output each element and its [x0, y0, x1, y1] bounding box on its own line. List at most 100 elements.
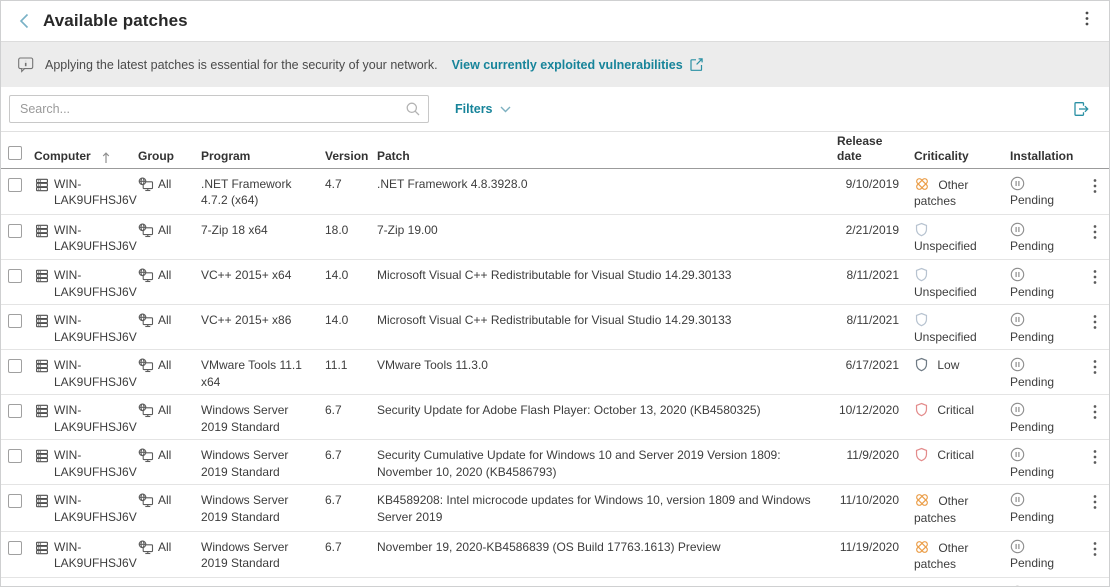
row-actions-button[interactable] — [1085, 260, 1109, 294]
group-cell[interactable]: All — [135, 305, 198, 333]
computer-header-label: Computer — [34, 149, 91, 164]
group-cell[interactable]: All — [135, 215, 198, 243]
column-header-criticality[interactable]: Criticality — [911, 147, 1007, 171]
row-checkbox[interactable] — [8, 178, 22, 192]
patch-cell: KB4589208: Intel microcode updates for W… — [374, 485, 834, 529]
installation-status: Pending — [1010, 465, 1054, 479]
row-checkbox[interactable] — [8, 314, 22, 328]
installation-cell: Pending — [1007, 169, 1085, 213]
row-checkbox[interactable] — [8, 494, 22, 508]
row-checkbox[interactable] — [8, 269, 22, 283]
criticality-icon — [914, 268, 934, 282]
column-header-computer[interactable]: Computer — [31, 147, 135, 171]
computer-cell[interactable]: WIN-LAK9UFHSJ6V — [31, 440, 135, 484]
info-banner: Applying the latest patches is essential… — [1, 42, 1109, 87]
table-row[interactable]: WIN-LAK9UFHSJ6V All Windows Server 2019 … — [1, 395, 1109, 440]
column-header-release-date[interactable]: Release date — [834, 132, 911, 171]
shield-icon — [914, 357, 929, 372]
computer-cell[interactable]: WIN-LAK9UFHSJ6V — [31, 532, 135, 576]
row-checkbox[interactable] — [8, 449, 22, 463]
row-actions-button[interactable] — [1085, 169, 1109, 203]
computer-name: WIN-LAK9UFHSJ6V — [54, 222, 137, 255]
release-date-cell: 6/17/2021 — [834, 350, 911, 378]
back-button[interactable] — [15, 11, 33, 31]
column-header-patch[interactable]: Patch — [374, 147, 834, 171]
computer-cell[interactable]: WIN-LAK9UFHSJ6V — [31, 215, 135, 259]
row-actions-button[interactable] — [1085, 350, 1109, 384]
search-input[interactable] — [9, 95, 429, 123]
computer-name: WIN-LAK9UFHSJ6V — [54, 312, 137, 345]
row-actions-button[interactable] — [1085, 485, 1109, 519]
computer-cell[interactable]: WIN-LAK9UFHSJ6V — [31, 395, 135, 439]
group-cell[interactable]: All — [135, 532, 198, 560]
column-header-program[interactable]: Program — [198, 147, 322, 171]
installation-cell: Pending — [1007, 260, 1085, 304]
group-cell[interactable]: All — [135, 395, 198, 423]
table-row[interactable]: WIN-LAK9UFHSJ6V All VC++ 2015+ x86 14.0 … — [1, 305, 1109, 350]
installation-cell: Pending — [1007, 215, 1085, 259]
row-checkbox[interactable] — [8, 404, 22, 418]
row-checkbox[interactable] — [8, 359, 22, 373]
column-header-version[interactable]: Version — [322, 147, 374, 171]
row-actions-button[interactable] — [1085, 578, 1109, 586]
kebab-menu-icon — [1093, 224, 1097, 240]
row-checkbox[interactable] — [8, 541, 22, 555]
table-row[interactable]: WIN-LAK9UFHSJ6V All VC++ 2015+ x64 14.0 … — [1, 260, 1109, 305]
exploited-vulnerabilities-link[interactable]: View currently exploited vulnerabilities — [452, 57, 704, 72]
row-actions-button[interactable] — [1085, 395, 1109, 429]
column-header-group[interactable]: Group — [135, 147, 198, 171]
patch-cell: 7-Zip 19.00 — [374, 215, 834, 243]
patch-cell: November 19, 2020-KB4586839 (OS Build 17… — [374, 532, 834, 560]
computer-name: WIN-LAK9UFHSJ6V — [54, 539, 137, 572]
table-row[interactable]: WIN-LAK9UFHSJ6V All Windows Server 2019 … — [1, 532, 1109, 578]
select-all-checkbox[interactable] — [8, 146, 22, 160]
group-name: All — [158, 176, 171, 193]
version-cell: 6.7 — [322, 532, 374, 560]
export-button[interactable] — [1069, 97, 1093, 121]
computer-cell[interactable]: WIN-LAK9UFHSJ6V — [31, 260, 135, 304]
search-icon[interactable] — [405, 101, 421, 122]
criticality-label: Unspecified — [914, 239, 977, 253]
group-cell[interactable]: All — [135, 350, 198, 378]
computer-cell[interactable]: WIN-LAK9UFHSJ6V — [31, 485, 135, 529]
computer-cell[interactable]: WIN-LAK9UFHSJ6V — [31, 305, 135, 349]
row-select-cell — [1, 440, 31, 472]
row-actions-button[interactable] — [1085, 215, 1109, 249]
column-header-installation[interactable]: Installation — [1007, 147, 1085, 171]
filters-button[interactable]: Filters — [455, 102, 511, 116]
row-checkbox[interactable] — [8, 224, 22, 238]
page-menu-button[interactable] — [1079, 7, 1095, 35]
group-cell[interactable]: All — [135, 578, 198, 586]
patch-cell: Security Cumulative Update for Windows 1… — [374, 440, 834, 484]
table-row[interactable]: WIN-LAK9UFHSJ6V All .NET Framework 4.7.2… — [1, 169, 1109, 215]
row-actions-button[interactable] — [1085, 305, 1109, 339]
server-icon — [34, 358, 50, 374]
pending-icon — [1010, 268, 1030, 282]
criticality-icon — [914, 178, 938, 192]
table-row[interactable]: WIN-LAK9UFHSJ6V All Windows Server 2019 … — [1, 440, 1109, 485]
patch-cell: Microsoft Visual C++ Redistributable for… — [374, 260, 834, 288]
table-row[interactable]: WIN-LAK9UFHSJ6V All Windows Server 2019 … — [1, 578, 1109, 586]
computer-cell[interactable]: WIN-LAK9UFHSJ6V — [31, 169, 135, 213]
sort-ascending-icon — [101, 151, 111, 164]
table-row[interactable]: WIN-LAK9UFHSJ6V All VMware Tools 11.1 x6… — [1, 350, 1109, 395]
criticality-cell: Unspecified — [911, 215, 1007, 259]
group-cell[interactable]: All — [135, 440, 198, 468]
table-row[interactable]: WIN-LAK9UFHSJ6V All Windows Server 2019 … — [1, 485, 1109, 531]
group-cell[interactable]: All — [135, 485, 198, 513]
criticality-icon — [914, 223, 934, 237]
release-date-cell: 2/21/2019 — [834, 215, 911, 243]
computer-cell[interactable]: WIN-LAK9UFHSJ6V — [31, 350, 135, 394]
computer-cell[interactable]: WIN-LAK9UFHSJ6V — [31, 578, 135, 586]
group-cell[interactable]: All — [135, 169, 198, 197]
pending-icon — [1010, 403, 1030, 417]
installation-status: Pending — [1010, 330, 1054, 344]
row-actions-button[interactable] — [1085, 440, 1109, 474]
server-icon — [34, 403, 50, 419]
group-name: All — [158, 447, 171, 464]
group-cell[interactable]: All — [135, 260, 198, 288]
kebab-menu-icon — [1093, 359, 1097, 375]
group-name: All — [158, 539, 171, 556]
row-actions-button[interactable] — [1085, 532, 1109, 566]
table-row[interactable]: WIN-LAK9UFHSJ6V All 7-Zip 18 x64 18.0 7-… — [1, 215, 1109, 260]
